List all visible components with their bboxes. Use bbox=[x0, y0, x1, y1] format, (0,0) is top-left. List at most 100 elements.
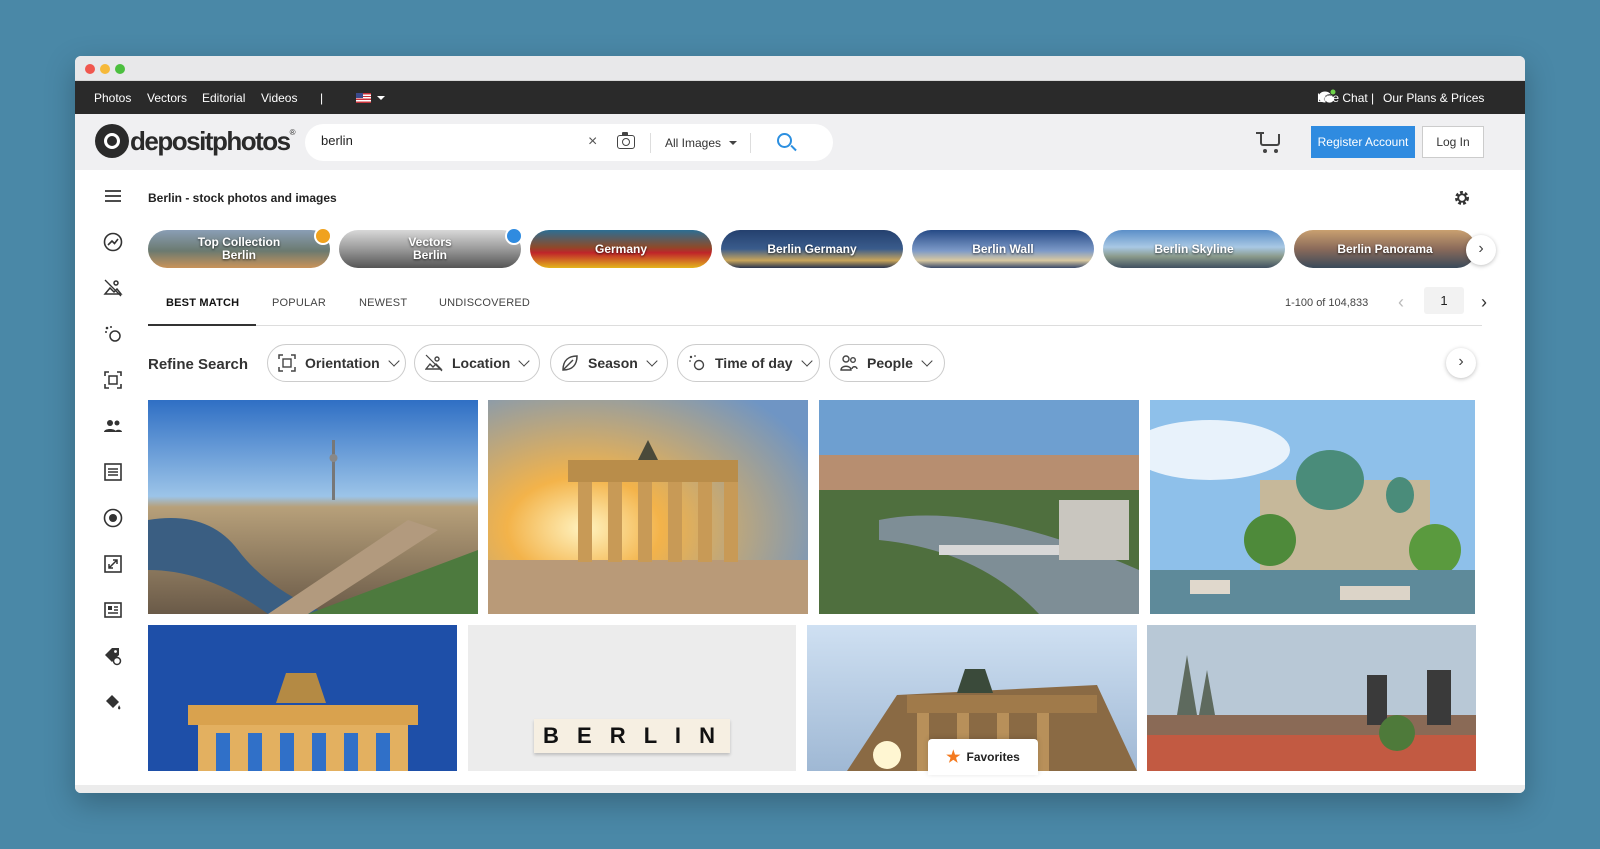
depositphotos-logo[interactable]: depositphotos ® bbox=[95, 124, 296, 158]
people-outline-icon bbox=[840, 355, 858, 371]
filter-people[interactable]: People bbox=[829, 344, 945, 382]
related-chip[interactable]: Vectors Berlin bbox=[339, 230, 521, 268]
related-chip[interactable]: Berlin Skyline bbox=[1103, 230, 1285, 268]
filter-season[interactable]: Season bbox=[550, 344, 668, 382]
nav-divider: | bbox=[1371, 91, 1375, 105]
image-type-select[interactable]: All Images bbox=[665, 136, 721, 150]
photo-berlin-aerial-river[interactable] bbox=[148, 400, 478, 614]
chevron-down-icon bbox=[646, 355, 658, 367]
chevron-down-icon[interactable] bbox=[729, 141, 737, 145]
location-icon bbox=[425, 354, 443, 372]
menu-icon[interactable] bbox=[103, 186, 123, 206]
window-titlebar bbox=[75, 56, 1525, 81]
pen-badge-icon bbox=[505, 227, 523, 245]
us-flag-icon[interactable] bbox=[356, 93, 371, 103]
chevron-down-icon bbox=[518, 355, 531, 367]
search-icon[interactable] bbox=[777, 133, 792, 148]
related-chip[interactable]: Berlin Germany bbox=[721, 230, 903, 268]
top-navigation: Photos Vectors Editorial Videos | Live C… bbox=[75, 81, 1525, 114]
nav-videos[interactable]: Videos bbox=[261, 91, 297, 105]
leaf-icon bbox=[562, 355, 578, 371]
photo-berlin-spree-bridge-image bbox=[819, 400, 1139, 614]
left-sidebar bbox=[75, 170, 147, 790]
news-icon[interactable] bbox=[103, 600, 123, 620]
ai-icon[interactable] bbox=[103, 324, 123, 344]
collections-icon[interactable] bbox=[103, 278, 123, 298]
filter-orientation-label: Orientation bbox=[305, 355, 380, 371]
active-tab-indicator bbox=[148, 324, 256, 326]
photo-berlin-cathedral[interactable] bbox=[1150, 400, 1475, 614]
filter-orientation[interactable]: Orientation bbox=[267, 344, 406, 382]
photo-brandenburg-gate-sunset-image bbox=[488, 400, 808, 614]
tab-best-match[interactable]: BEST MATCH bbox=[166, 297, 239, 309]
favorites-button[interactable]: ★ Favorites bbox=[928, 739, 1038, 775]
register-button[interactable]: Register Account bbox=[1311, 126, 1415, 158]
page-number-input[interactable]: 1 bbox=[1424, 287, 1464, 314]
related-chip[interactable]: Berlin Wall bbox=[912, 230, 1094, 268]
chevron-down-icon bbox=[921, 355, 933, 367]
search-input[interactable] bbox=[321, 133, 571, 148]
paint-icon[interactable] bbox=[103, 692, 123, 712]
chevron-down-icon bbox=[800, 355, 813, 367]
plans-link[interactable]: Our Plans & Prices bbox=[1383, 91, 1484, 105]
close-window-button[interactable] bbox=[85, 64, 95, 74]
filter-time-of-day-label: Time of day bbox=[715, 355, 793, 371]
related-chip-label: Berlin Wall bbox=[972, 241, 1034, 256]
related-chip[interactable]: Top Collection Berlin bbox=[148, 230, 330, 268]
filter-location-label: Location bbox=[452, 355, 511, 371]
nav-photos[interactable]: Photos bbox=[94, 91, 131, 105]
related-chip[interactable]: Germany bbox=[530, 230, 712, 268]
clear-search-icon[interactable]: × bbox=[588, 133, 597, 151]
main-content: Berlin - stock photos and images Top Col… bbox=[148, 170, 1496, 790]
resize-icon[interactable] bbox=[103, 554, 123, 574]
trending-icon[interactable] bbox=[103, 232, 123, 252]
language-caret-icon[interactable] bbox=[377, 96, 385, 100]
filter-time-of-day[interactable]: Time of day bbox=[677, 344, 820, 382]
tab-undiscovered[interactable]: UNDISCOVERED bbox=[439, 297, 530, 309]
orientation-icon bbox=[278, 354, 296, 372]
tab-popular[interactable]: POPULAR bbox=[272, 297, 326, 309]
list-icon[interactable] bbox=[103, 462, 123, 482]
site-header: depositphotos ® × All Images Register Ac… bbox=[75, 114, 1525, 170]
photo-berlin-spree-bridge[interactable] bbox=[819, 400, 1139, 614]
filter-location[interactable]: Location bbox=[414, 344, 540, 382]
user-circle-icon[interactable] bbox=[103, 508, 123, 528]
minimize-window-button[interactable] bbox=[100, 64, 110, 74]
photo-berlin-letters[interactable]: B E R L I N bbox=[468, 625, 796, 771]
favorites-label: Favorites bbox=[966, 750, 1020, 764]
live-chat-link[interactable]: Live Chat bbox=[1316, 91, 1368, 105]
camera-search-icon[interactable] bbox=[617, 132, 635, 149]
photo-brandenburg-gate-sunset[interactable] bbox=[488, 400, 808, 614]
nav-editorial[interactable]: Editorial bbox=[202, 91, 245, 105]
browser-window: Photos Vectors Editorial Videos | Live C… bbox=[75, 56, 1525, 793]
related-chip-label: Berlin Germany bbox=[767, 241, 857, 256]
sun-icon bbox=[689, 355, 705, 371]
photo-berlin-skyline-churches[interactable] bbox=[1147, 625, 1476, 771]
cart-wheel bbox=[1263, 149, 1267, 153]
refine-search-label: Refine Search bbox=[148, 356, 249, 373]
chevron-down-icon bbox=[388, 355, 400, 367]
tag-icon[interactable] bbox=[103, 646, 123, 666]
next-page-button[interactable]: › bbox=[1481, 292, 1487, 313]
filters-next-button[interactable]: › bbox=[1446, 348, 1476, 378]
gear-icon[interactable] bbox=[1453, 189, 1471, 207]
cart-icon[interactable] bbox=[1256, 132, 1280, 146]
nav-vectors[interactable]: Vectors bbox=[147, 91, 187, 105]
focus-icon[interactable] bbox=[103, 370, 123, 390]
chips-next-button[interactable]: › bbox=[1466, 235, 1496, 265]
camera-logo-icon bbox=[95, 124, 129, 158]
photo-brandenburg-gate-night[interactable] bbox=[148, 625, 457, 771]
login-button[interactable]: Log In bbox=[1422, 126, 1484, 158]
search-divider bbox=[750, 133, 751, 153]
logo-text: depositphotos bbox=[130, 125, 291, 156]
related-chip-sublabel: Berlin bbox=[221, 248, 256, 262]
filter-people-label: People bbox=[867, 355, 913, 371]
prev-page-button[interactable]: ‹ bbox=[1398, 292, 1404, 313]
related-chip-label: Berlin Skyline bbox=[1154, 241, 1234, 256]
crown-badge-icon bbox=[314, 227, 332, 245]
tab-newest[interactable]: NEWEST bbox=[359, 297, 407, 309]
maximize-window-button[interactable] bbox=[115, 64, 125, 74]
people-icon[interactable] bbox=[103, 416, 123, 436]
photo-berlin-aerial-river-image bbox=[148, 400, 478, 614]
related-chip[interactable]: Berlin Panorama bbox=[1294, 230, 1476, 268]
